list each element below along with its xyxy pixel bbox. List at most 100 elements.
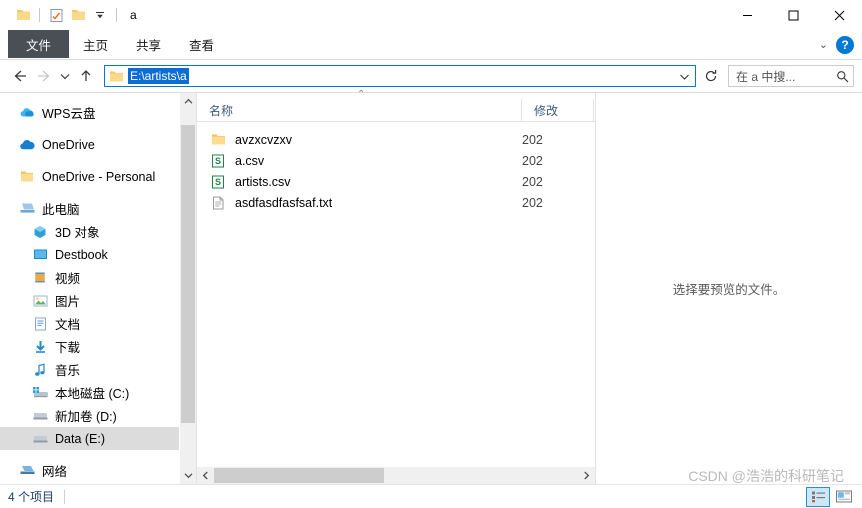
window-title: a: [130, 8, 137, 22]
file-name: avzxcvzxv: [235, 132, 292, 147]
search-input[interactable]: 在 a 中搜...: [728, 65, 854, 87]
status-separator: [64, 489, 66, 504]
minimize-button[interactable]: [724, 0, 770, 30]
sidebar-item-3d-objects[interactable]: 3D 对象: [0, 220, 196, 243]
sidebar-item-label: 此电脑: [42, 203, 80, 217]
text-file-icon: [209, 196, 227, 210]
drive-icon: [31, 410, 49, 421]
sidebar-item-videos[interactable]: 视频: [0, 266, 196, 289]
chevron-down-icon[interactable]: ⌄: [819, 38, 828, 51]
svg-text:S: S: [215, 156, 221, 166]
sidebar-item-music[interactable]: 音乐: [0, 358, 196, 381]
hscroll-thumb[interactable]: [214, 468, 384, 483]
navigation-pane: WPS云盘 OneDrive OneDrive - Personal 此电脑 3…: [0, 93, 196, 484]
sidebar-item-label: 图片: [55, 295, 81, 309]
sort-ascending-icon: ⌃: [357, 89, 366, 100]
sidebar-item-onedrive[interactable]: OneDrive: [0, 133, 196, 156]
sidebar-item-this-pc[interactable]: 此电脑: [0, 197, 196, 220]
address-input[interactable]: E:\artists\a: [104, 65, 696, 87]
file-list-pane: ⌃ 名称 修改 avzxcvzxv 202 S a.csv 202 S arti…: [196, 89, 595, 484]
table-row[interactable]: S a.csv 202: [197, 150, 595, 171]
scroll-down-icon[interactable]: [180, 467, 196, 484]
sidebar-item-data-e[interactable]: Data (E:): [0, 427, 196, 450]
sidebar-item-network[interactable]: 网络: [0, 459, 196, 482]
close-button[interactable]: [816, 0, 862, 30]
folder-icon: [108, 68, 124, 84]
sidebar-item-desktop[interactable]: Destbook: [0, 243, 196, 266]
maximize-button[interactable]: [770, 0, 816, 30]
toolbar-separator-2: [116, 8, 117, 22]
file-name: artists.csv: [235, 174, 291, 189]
sidebar-item-label: OneDrive - Personal: [42, 169, 156, 184]
sidebar-item-label: 网络: [42, 465, 68, 479]
large-icons-view-icon[interactable]: [832, 487, 856, 507]
sidebar-scroll-thumb[interactable]: [181, 125, 195, 423]
3d-objects-icon: [31, 225, 49, 239]
sidebar-item-pictures[interactable]: 图片: [0, 289, 196, 312]
sidebar-item-label: 视频: [55, 272, 81, 286]
sidebar-item-downloads[interactable]: 下载: [0, 335, 196, 358]
ribbon-tabs: 文件 主页 共享 查看 ⌄ ?: [0, 30, 862, 60]
tab-home[interactable]: 主页: [69, 30, 122, 58]
column-header-modified[interactable]: 修改: [522, 99, 594, 121]
sidebar-scrollbar[interactable]: [179, 93, 196, 484]
sidebar-item-label: 3D 对象: [55, 226, 100, 240]
wps-cloud-icon: [18, 106, 36, 119]
details-view-icon[interactable]: [806, 486, 830, 507]
this-pc-icon: [18, 202, 36, 215]
pictures-icon: [31, 295, 49, 307]
file-list-horizontal-scrollbar[interactable]: [197, 467, 595, 484]
drive-icon: [31, 433, 49, 444]
table-row[interactable]: asdfasdfasfsaf.txt 202: [197, 192, 595, 213]
explorer-body: WPS云盘 OneDrive OneDrive - Personal 此电脑 3…: [0, 89, 862, 484]
sidebar-item-label: 本地磁盘 (C:): [55, 387, 130, 401]
sidebar-item-label: 音乐: [55, 364, 81, 378]
sort-indicator: ⌃: [197, 89, 595, 100]
folder-icon[interactable]: [12, 4, 34, 26]
tab-view[interactable]: 查看: [175, 30, 228, 58]
folder-icon: [209, 133, 227, 146]
customize-dropdown-icon[interactable]: [89, 4, 111, 26]
file-modified: 202: [522, 153, 543, 168]
search-placeholder: 在 a 中搜...: [736, 69, 796, 84]
network-icon: [18, 464, 36, 477]
scroll-up-icon[interactable]: [180, 93, 196, 110]
properties-icon[interactable]: [45, 4, 67, 26]
back-button[interactable]: [8, 64, 32, 88]
scroll-right-icon[interactable]: [578, 467, 595, 484]
file-modified: 202: [522, 195, 543, 210]
table-row[interactable]: avzxcvzxv 202: [197, 129, 595, 150]
onedrive-cloud-icon: [18, 139, 36, 151]
sidebar-item-volume-d[interactable]: 新加卷 (D:): [0, 404, 196, 427]
new-folder-icon[interactable]: [67, 4, 89, 26]
toolbar-separator: [39, 8, 40, 22]
file-list[interactable]: avzxcvzxv 202 S a.csv 202 S artists.csv …: [197, 122, 595, 467]
search-icon[interactable]: [835, 70, 849, 83]
scroll-left-icon[interactable]: [197, 467, 214, 484]
up-button[interactable]: [74, 64, 98, 88]
status-bar: 4 个项目: [0, 484, 862, 508]
csv-file-icon: S: [209, 175, 227, 189]
column-header-name[interactable]: 名称: [197, 99, 522, 121]
refresh-button[interactable]: [700, 65, 722, 87]
tab-share[interactable]: 共享: [122, 30, 175, 58]
forward-button[interactable]: [32, 64, 56, 88]
table-row[interactable]: S artists.csv 202: [197, 171, 595, 192]
hscroll-track[interactable]: [214, 467, 578, 484]
help-icon[interactable]: ?: [836, 35, 854, 54]
sidebar-item-label: 新加卷 (D:): [55, 410, 117, 424]
sidebar-item-documents[interactable]: 文档: [0, 312, 196, 335]
recent-locations-button[interactable]: [56, 64, 74, 88]
file-modified: 202: [522, 132, 543, 147]
tab-file[interactable]: 文件: [8, 30, 70, 58]
window-controls: [724, 0, 862, 30]
file-name: a.csv: [235, 153, 265, 168]
column-headers: 名称 修改: [197, 99, 595, 122]
sidebar-item-onedrive-personal[interactable]: OneDrive - Personal: [0, 165, 196, 188]
title-bar: a: [0, 0, 862, 30]
sidebar-item-local-disk-c[interactable]: 本地磁盘 (C:): [0, 381, 196, 404]
sidebar-item-wps-cloud[interactable]: WPS云盘: [0, 101, 196, 124]
address-dropdown-icon[interactable]: [675, 66, 693, 86]
